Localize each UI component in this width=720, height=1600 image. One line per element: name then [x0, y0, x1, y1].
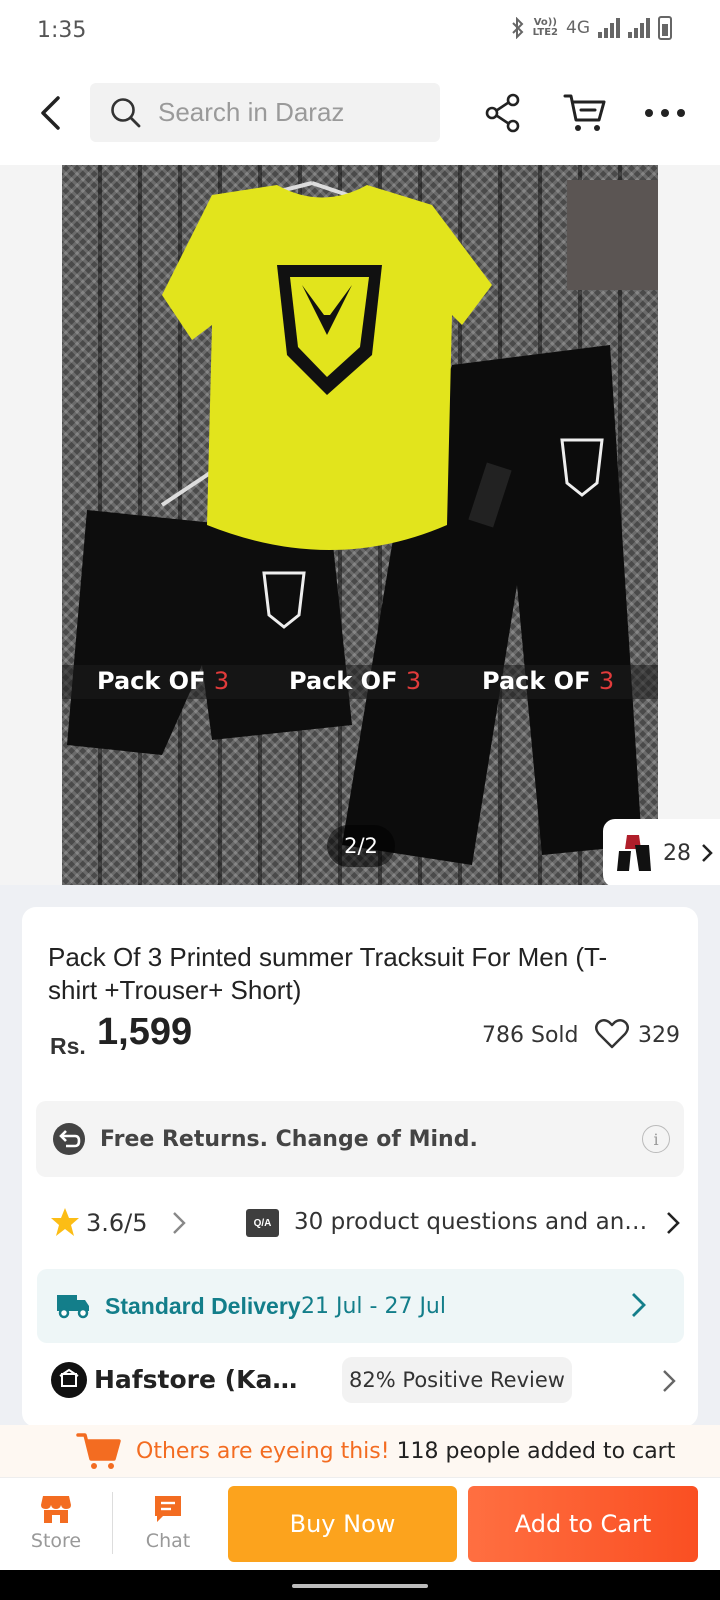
more-icon	[645, 109, 685, 117]
store-tab[interactable]: Store	[22, 1494, 90, 1552]
bottom-action-bar: Store Chat Buy Now Add to Cart	[0, 1477, 720, 1570]
social-proof-banner: Others are eyeing this! 118 people added…	[0, 1425, 720, 1477]
status-bar: 1:35 Vo)) LTE2 4G	[0, 0, 720, 62]
chevron-right-icon[interactable]	[666, 1211, 680, 1235]
pack-label-1: Pack OF 3	[97, 667, 229, 695]
eyeing-highlight: Others are eyeing this!	[136, 1438, 390, 1464]
variant-thumbnail	[617, 835, 651, 871]
search-placeholder: Search in Daraz	[158, 97, 345, 127]
chevron-right-icon	[663, 1370, 676, 1392]
buy-now-button[interactable]: Buy Now	[228, 1486, 457, 1562]
search-input[interactable]: Search in Daraz	[90, 83, 440, 142]
more-options-button[interactable]	[640, 88, 690, 138]
chevron-right-icon[interactable]	[172, 1211, 186, 1235]
top-nav: Search in Daraz	[0, 62, 720, 165]
pack-text-1: Pack OF	[97, 667, 214, 695]
product-info-card: Pack Of 3 Printed summer Tracksuit For M…	[22, 907, 698, 1427]
signal-icon-2	[628, 18, 650, 38]
cart-button[interactable]	[560, 88, 610, 138]
star-icon	[51, 1208, 79, 1236]
status-time: 1:35	[37, 18, 87, 43]
chat-label: Chat	[145, 1530, 191, 1552]
signal-icon	[598, 18, 620, 38]
pack-num-1: 3	[213, 667, 230, 695]
share-button[interactable]	[480, 88, 526, 138]
back-button[interactable]	[30, 88, 70, 138]
truck-icon	[57, 1295, 89, 1319]
image-page-indicator: 2/2	[327, 825, 395, 867]
chevron-right-icon	[632, 1293, 646, 1317]
volte-bottom: LTE2	[532, 27, 558, 38]
store-logo-icon	[59, 1368, 79, 1387]
share-icon	[485, 93, 520, 133]
home-gesture-handle[interactable]	[292, 1584, 428, 1588]
qa-icon: Q/A	[246, 1209, 279, 1237]
return-icon	[53, 1123, 85, 1155]
info-icon[interactable]: i	[642, 1125, 670, 1153]
divider	[112, 1492, 113, 1554]
eyeing-count: 118 people added to cart	[396, 1438, 676, 1464]
cart-icon	[563, 94, 606, 131]
wishlist-count: 329	[638, 1023, 680, 1048]
delivery-info[interactable]: Standard Delivery 21 Jul - 27 Jul	[37, 1269, 684, 1343]
chat-icon	[155, 1496, 181, 1522]
price-currency: Rs.	[50, 1033, 86, 1059]
rating-qa-row: 3.6/5 Q/A 30 product questions and answe…	[48, 1201, 688, 1245]
delivery-date: 21 Jul - 27 Jul	[301, 1294, 446, 1319]
returns-text: Free Returns. Change of Mind.	[100, 1126, 478, 1152]
system-nav-bar	[0, 1570, 720, 1600]
pack-label-3: Pack OF 3	[482, 667, 614, 695]
cart-icon	[76, 1433, 121, 1469]
qa-link[interactable]: 30 product questions and answers	[294, 1209, 654, 1235]
status-icons: Vo)) LTE2 4G	[511, 16, 672, 40]
add-to-cart-button[interactable]: Add to Cart	[468, 1486, 698, 1562]
rating-value[interactable]: 3.6/5	[86, 1209, 148, 1237]
free-returns-banner[interactable]: Free Returns. Change of Mind. i	[36, 1101, 684, 1177]
pack-num-2: 3	[405, 667, 422, 695]
bluetooth-icon	[511, 17, 524, 39]
price-value: 1,599	[97, 1011, 193, 1053]
pack-text-3: Pack OF	[482, 667, 599, 695]
pack-label-2: Pack OF 3	[289, 667, 421, 695]
tracksuit-illustration	[67, 181, 642, 865]
chat-tab[interactable]: Chat	[134, 1494, 202, 1552]
store-name: Hafstore (Karachi)	[94, 1365, 304, 1394]
network-type: 4G	[566, 18, 590, 38]
store-label: Store	[30, 1530, 82, 1552]
product-image-gallery[interactable]: Pack OF 3 Pack OF 3 Pack OF 3 2/2 28	[0, 165, 720, 885]
back-arrow-icon	[41, 96, 60, 130]
chevron-right-icon	[702, 844, 713, 862]
search-icon	[111, 97, 141, 127]
store-review-badge: 82% Positive Review	[342, 1357, 572, 1403]
product-title: Pack Of 3 Printed summer Tracksuit For M…	[48, 942, 608, 1005]
store-row[interactable]: Hafstore (Karachi) 82% Positive Review	[48, 1355, 688, 1411]
pack-num-3: 3	[598, 667, 615, 695]
pack-text-2: Pack OF	[289, 667, 406, 695]
store-icon	[41, 1496, 71, 1523]
delivery-label: Standard Delivery	[105, 1293, 301, 1319]
heart-icon[interactable]	[594, 1016, 630, 1052]
sold-count: 786 Sold	[482, 1023, 579, 1048]
store-logo	[51, 1362, 87, 1398]
variant-thumbnails-button[interactable]: 28	[603, 819, 720, 885]
battery-icon	[658, 16, 672, 40]
product-photo: Pack OF 3 Pack OF 3 Pack OF 3	[62, 165, 658, 885]
volte-indicator: Vo)) LTE2	[533, 18, 558, 38]
thumbnail-count: 28	[663, 840, 691, 866]
